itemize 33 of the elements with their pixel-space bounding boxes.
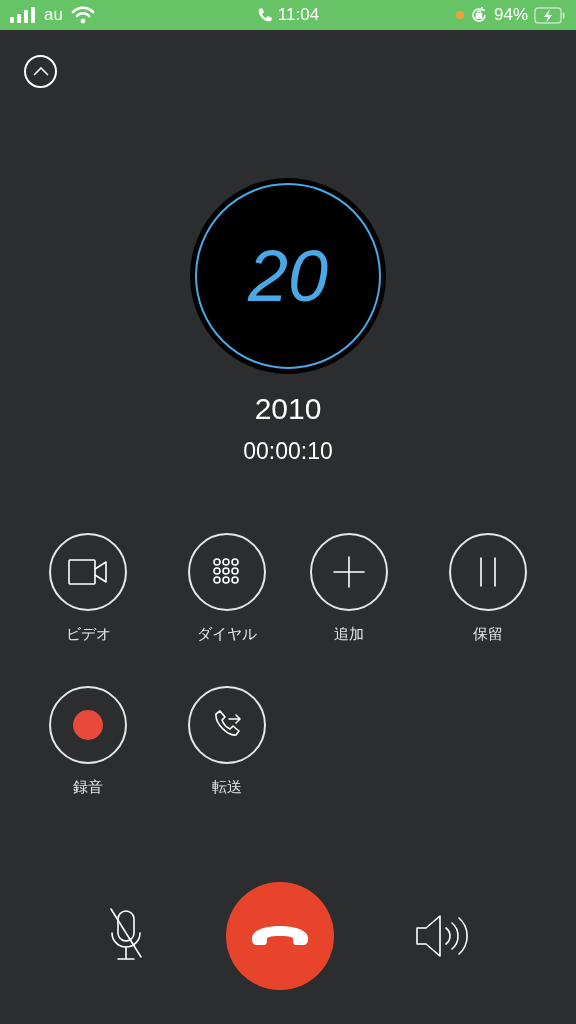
chevron-up-icon (32, 67, 49, 76)
signal-icon (10, 7, 36, 23)
battery-percentage: 94% (493, 4, 528, 27)
action-label: ダイヤル (197, 624, 257, 644)
call-action-button[interactable] (188, 533, 266, 611)
action-label: 録音 (73, 776, 103, 797)
hang-up-icon (249, 924, 311, 948)
carrier-name: au (44, 4, 63, 27)
call-action-button[interactable] (49, 533, 127, 611)
avatar-initials: 20 (247, 240, 329, 312)
collapse-button[interactable] (24, 55, 57, 88)
plus-icon (333, 556, 365, 588)
rotation-lock-icon (469, 6, 488, 24)
pause-icon (478, 557, 498, 587)
speaker-icon (415, 914, 469, 958)
call-action-button[interactable] (188, 685, 266, 764)
record-icon (73, 709, 103, 740)
call-action-button[interactable] (310, 533, 388, 611)
call-action-button[interactable] (449, 533, 527, 611)
phone-icon (256, 7, 272, 23)
call-duration: 00:00:10 (243, 440, 333, 463)
privacy-indicator-icon (455, 11, 464, 19)
action-label: ビデオ (65, 624, 111, 644)
action-label: 転送 (212, 776, 242, 797)
video-camera-icon (68, 559, 108, 585)
caller-number: 2010 (254, 394, 322, 424)
dialpad-icon (213, 558, 241, 586)
action-label: 追加 (334, 624, 364, 644)
wifi-icon (70, 6, 95, 24)
action-label: 保留 (473, 624, 503, 644)
clock-time: 11:04 (277, 4, 320, 27)
battery-charging-icon (534, 6, 566, 24)
call-action-button[interactable] (49, 685, 127, 764)
